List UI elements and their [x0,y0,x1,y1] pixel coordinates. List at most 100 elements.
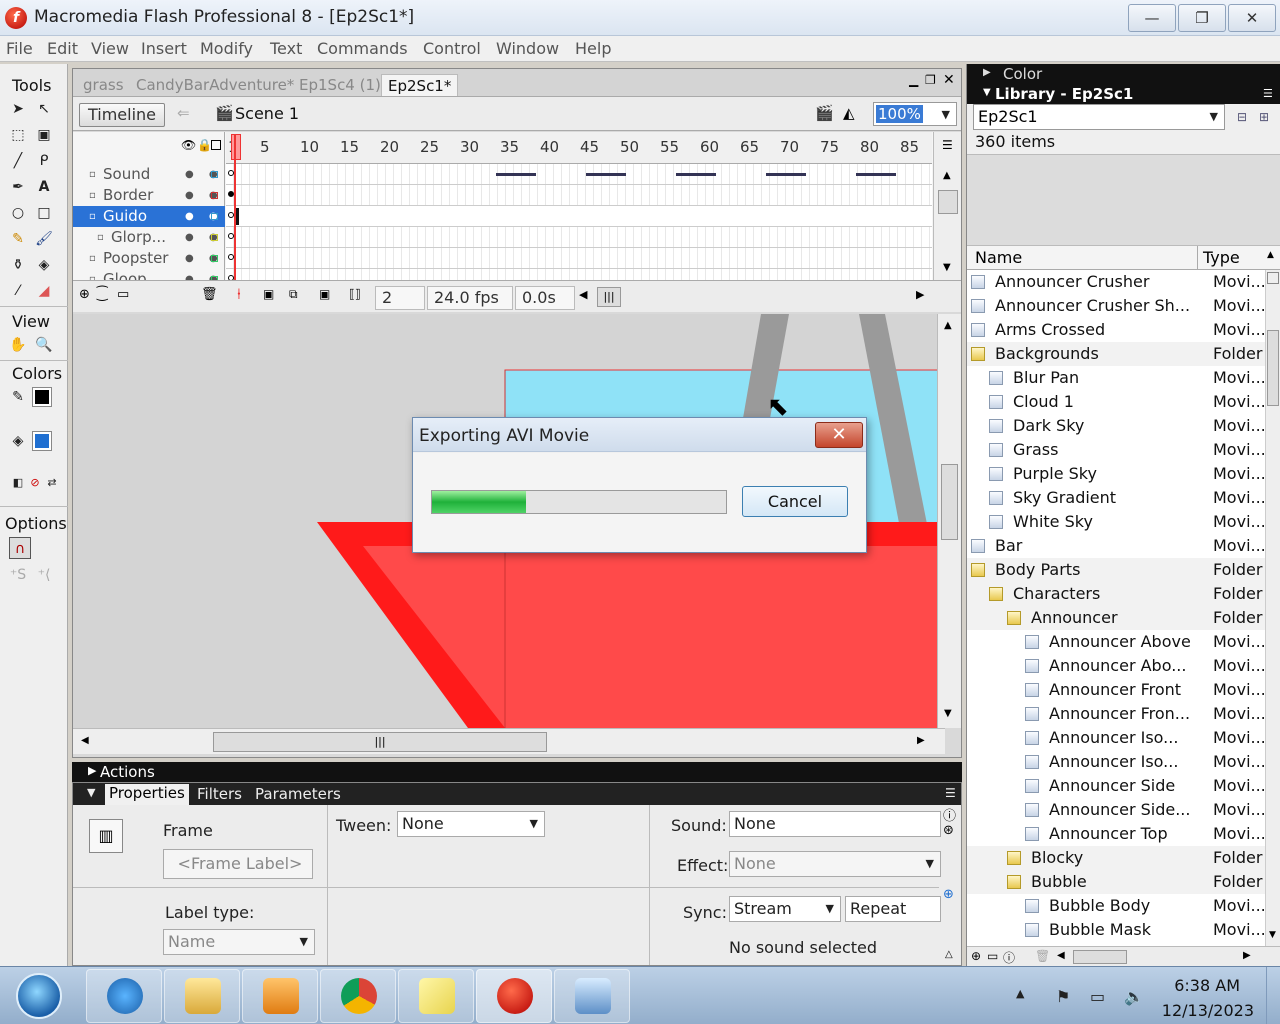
taskbar-remote-desktop[interactable] [554,969,630,1023]
scroll-up-icon[interactable] [1267,272,1279,284]
properties-icon[interactable]: ⓘ [1003,949,1015,966]
actions-panel-bar[interactable]: ▶ Actions [72,762,962,782]
layer-row[interactable]: ▫ Poopster ● ● [73,248,225,269]
layer-row[interactable]: ▫ Glorp... ● ● [73,227,225,248]
text-tool-icon[interactable]: A [33,176,55,198]
playhead[interactable] [234,134,243,280]
insert-layer-icon[interactable]: ⊕ [79,287,90,302]
frame-rate-field[interactable]: 24.0 fps [427,286,513,310]
layer-outline-color[interactable] [211,213,218,220]
label-type-select[interactable]: Name ▼ [163,929,315,955]
cancel-button[interactable]: Cancel [742,486,848,517]
menu-file[interactable]: File [6,39,33,58]
title-bar[interactable]: f Macromedia Flash Professional 8 - [Ep2… [0,0,1280,36]
add-effect-icon[interactable]: ⊕ [943,887,954,902]
taskbar-internet-explorer[interactable] [86,969,162,1023]
taskbar-file-explorer[interactable] [164,969,240,1023]
layer-outline-color[interactable] [211,234,218,241]
doc-close-icon[interactable]: ✕ [943,72,955,88]
paint-bucket-tool-icon[interactable]: ◈ [33,254,55,276]
sync-select[interactable]: Stream ▼ [729,896,841,922]
frame-row[interactable] [226,227,932,248]
library-item-row[interactable]: Announcer Abo... Movi... [967,654,1265,678]
scroll-down-icon[interactable]: ▼ [1269,930,1276,940]
panel-menu-icon[interactable]: ☰ [1263,87,1273,100]
scroll-down-icon[interactable]: ▼ [944,708,952,719]
doc-minimize-icon[interactable]: ▁ [909,73,918,87]
frames-grid[interactable]: 1510152025303540455055606570758085 [226,132,932,290]
frame-row[interactable] [226,164,932,185]
library-item-row[interactable]: Announcer Side Movi... [967,774,1265,798]
library-item-row[interactable]: Announcer Above Movi... [967,630,1265,654]
clock-date[interactable]: 12/13/2023 [1162,1001,1254,1020]
new-symbol-icon[interactable]: ⊕ [971,949,981,963]
doc-tab-grass[interactable]: grass [83,76,124,94]
help-icon[interactable]: ⓘ [943,805,956,824]
library-item-row[interactable]: Announcer Crusher Movi... [967,270,1265,294]
tab-properties[interactable]: Properties [105,784,189,805]
flash-app-icon[interactable]: f [5,7,27,29]
library-item-row[interactable]: Bar Movi... [967,534,1265,558]
straighten-icon[interactable]: ⁺⟨ [33,564,55,586]
edit-sound-icon[interactable]: ⊛ [943,823,954,838]
library-item-row[interactable]: White Sky Movi... [967,510,1265,534]
library-item-row[interactable]: Announcer Crusher Sh... Movi... [967,294,1265,318]
layer-row[interactable]: ▫ Border ● ● [73,185,225,206]
delete-layer-icon[interactable]: 🗑 [201,287,218,302]
close-button[interactable]: ✕ [1228,4,1276,32]
network-icon[interactable]: ▭ [1090,987,1105,1006]
color-panel-bar[interactable]: ▶ Color [967,64,1280,84]
library-item-row[interactable]: Cloud 1 Movi... [967,390,1265,414]
library-folder-row[interactable]: Bubble Folder [967,870,1265,894]
oval-tool-icon[interactable]: ○ [7,202,29,224]
start-button[interactable] [8,969,70,1023]
collapse-icon[interactable]: △ [945,949,953,960]
outline-icon[interactable] [211,140,221,150]
gradient-transform-tool-icon[interactable]: ▣ [33,124,55,146]
lock-icon[interactable]: 🔒 [197,138,212,152]
library-item-row[interactable]: Grass Movi... [967,438,1265,462]
scroll-right-icon[interactable]: ▶ [1243,950,1251,961]
menu-insert[interactable]: Insert [141,39,187,58]
scroll-right-icon[interactable]: ▶ [916,288,924,301]
taskbar-media-player[interactable] [242,969,318,1023]
stage-hscroll[interactable]: ◀ ||| ▶ [73,728,945,754]
rectangle-tool-icon[interactable]: □ [33,202,55,224]
expand-arrow-icon[interactable]: ▶ [983,67,991,78]
fill-color-swatch[interactable] [32,431,52,451]
library-folder-row[interactable]: Backgrounds Folder [967,342,1265,366]
hand-tool-icon[interactable]: ✋ [7,334,29,356]
stage-vscroll-thumb[interactable] [941,464,958,540]
modify-onion-markers-icon[interactable]: ⟦⟧ [349,287,361,301]
taskbar-flash[interactable] [476,969,552,1023]
layer-row[interactable]: ▫ Guido ● ● [73,206,225,227]
back-arrow-icon[interactable]: ⇐ [177,104,190,122]
library-folder-row[interactable]: Body Parts Folder [967,558,1265,582]
library-item-row[interactable]: Sky Gradient Movi... [967,486,1265,510]
smooth-icon[interactable]: ⁺S [7,564,29,586]
snap-magnet-icon[interactable]: ∩ [9,537,31,559]
edit-multiple-frames-icon[interactable]: ▣ [319,287,330,301]
panel-menu-icon[interactable]: ☰ [945,786,956,800]
timeline-vscroll[interactable]: ☰ ▲ ▼ [933,132,961,280]
library-item-row[interactable]: Purple Sky Movi... [967,462,1265,486]
zoom-select[interactable]: 100% ▼ [873,102,957,126]
tween-select[interactable]: None ▼ [397,811,545,837]
library-scroll-thumb[interactable] [1267,330,1279,406]
stroke-color-swatch[interactable] [32,387,52,407]
library-item-row[interactable]: Announcer Iso... Movi... [967,726,1265,750]
library-item-row[interactable]: Dark Sky Movi... [967,414,1265,438]
pencil-tool-icon[interactable]: ✎ [7,228,29,250]
tab-filters[interactable]: Filters [197,785,242,803]
library-item-row[interactable]: Arms Crossed Movi... [967,318,1265,342]
brush-tool-icon[interactable]: 🖌 [33,228,55,250]
collapse-arrow-icon[interactable]: ▼ [983,87,991,98]
layer-outline-color[interactable] [211,255,218,262]
onion-outlines-icon[interactable]: ⧉ [289,287,298,302]
frame-row[interactable] [226,206,932,227]
dialog-title-bar[interactable]: Exporting AVI Movie ✕ [413,418,866,452]
repeat-select[interactable]: Repeat [845,896,941,922]
library-item-row[interactable]: Announcer Top Movi... [967,822,1265,846]
scroll-up-icon[interactable]: ▲ [944,320,952,331]
subselection-tool-icon[interactable]: ↖ [33,98,55,120]
